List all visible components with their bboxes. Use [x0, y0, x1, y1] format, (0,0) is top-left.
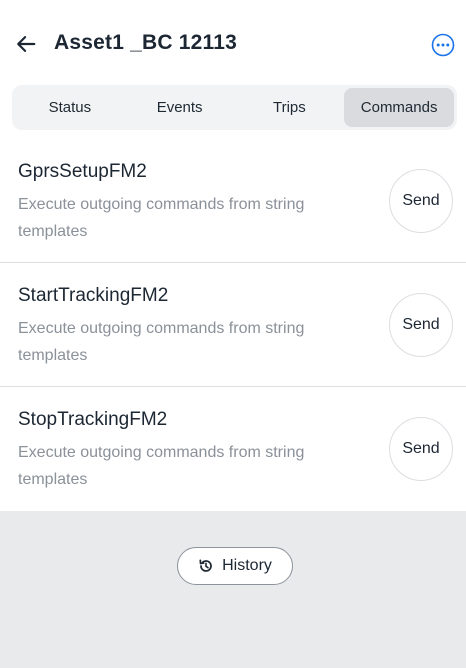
history-label: History: [222, 557, 272, 574]
history-icon: [199, 559, 212, 572]
back-button[interactable]: [12, 30, 40, 58]
command-description: Execute outgoing commands from string te…: [18, 196, 305, 240]
content-panel: Asset1 _BC 12113 Status Events Trips Com…: [0, 0, 466, 511]
command-name: StopTrackingFM2: [18, 409, 168, 430]
app-screen: Asset1 _BC 12113 Status Events Trips Com…: [0, 0, 466, 668]
command-description: Execute outgoing commands from string te…: [18, 320, 305, 364]
command-row: StartTrackingFM2 Execute outgoing comman…: [0, 263, 466, 387]
more-options-button[interactable]: [430, 32, 455, 57]
tab-status[interactable]: Status: [15, 88, 125, 127]
history-button[interactable]: History: [177, 547, 293, 585]
tab-bar: Status Events Trips Commands: [12, 85, 457, 130]
tab-trips[interactable]: Trips: [235, 88, 345, 127]
command-name: GprsSetupFM2: [18, 161, 147, 182]
tab-commands[interactable]: Commands: [344, 88, 454, 127]
send-button[interactable]: Send: [389, 293, 453, 357]
command-row: StopTrackingFM2 Execute outgoing command…: [0, 387, 466, 511]
command-list: GprsSetupFM2 Execute outgoing commands f…: [0, 139, 466, 511]
page-title: Asset1 _BC 12113: [54, 31, 237, 54]
send-button[interactable]: Send: [389, 417, 453, 481]
command-description: Execute outgoing commands from string te…: [18, 444, 305, 488]
command-name: StartTrackingFM2: [18, 285, 169, 306]
header: Asset1 _BC 12113: [0, 0, 466, 88]
arrow-left-icon: [17, 36, 36, 52]
more-horizontal-circle-icon: [431, 33, 454, 56]
send-button[interactable]: Send: [389, 169, 453, 233]
command-row: GprsSetupFM2 Execute outgoing commands f…: [0, 139, 466, 263]
tab-events[interactable]: Events: [125, 88, 235, 127]
